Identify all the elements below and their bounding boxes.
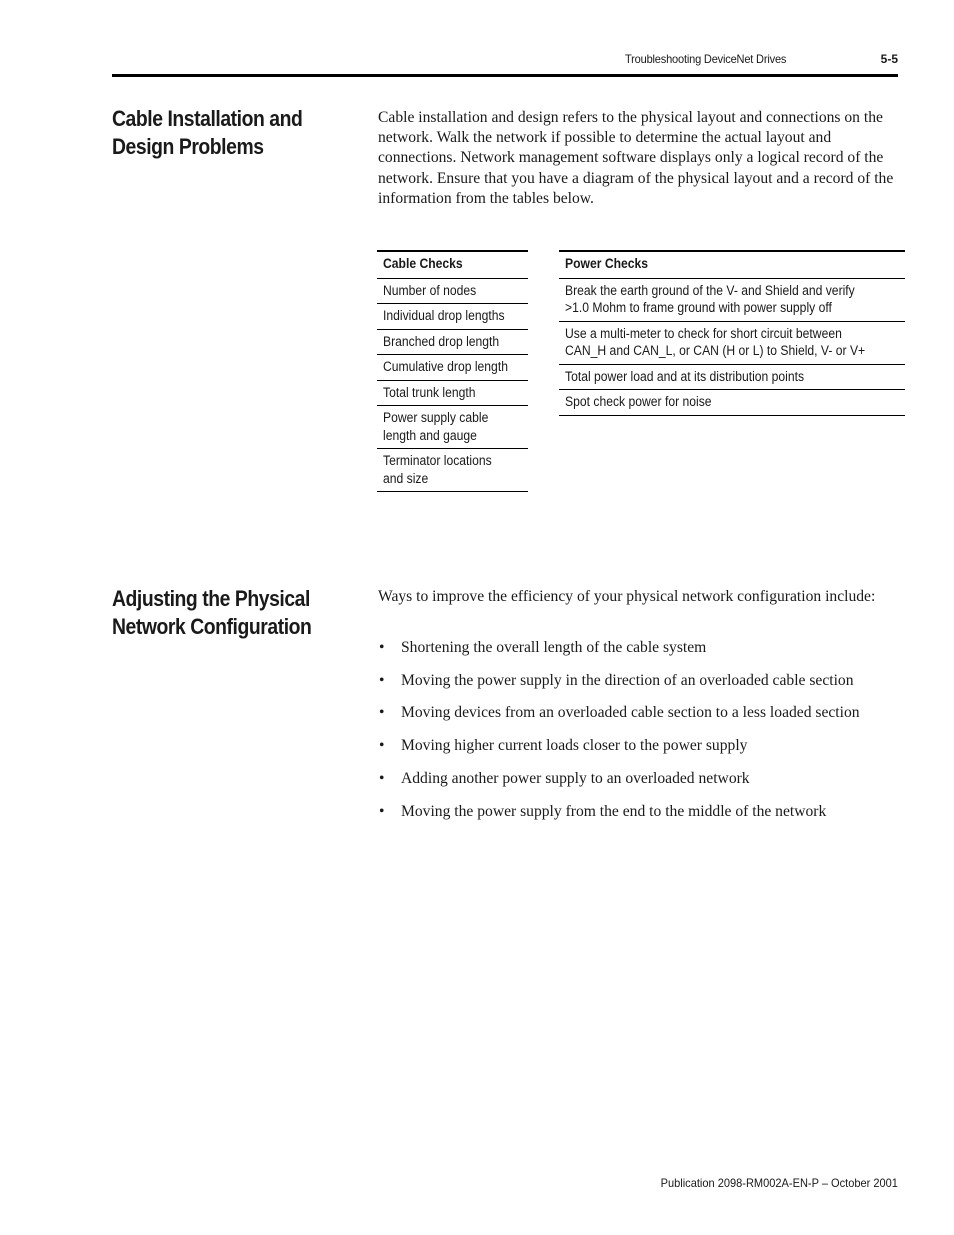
cell-text-line: Total trunk length xyxy=(383,384,476,400)
cell-text-line: >1.0 Mohm to frame ground with power sup… xyxy=(565,300,832,315)
cell-text-line: length and gauge xyxy=(383,427,477,443)
section-title-adjusting-network: Adjusting the Physical Network Configura… xyxy=(112,585,323,641)
bullet-icon: • xyxy=(379,704,385,722)
list-item: • Moving higher current loads closer to t… xyxy=(378,736,898,756)
power-check-row-cell: Spot check power for noise xyxy=(559,389,905,416)
cell-text-line: Spot check power for noise xyxy=(565,394,712,409)
cell-text-line: Terminator locations xyxy=(383,453,492,468)
cell-text-line: Power supply cable xyxy=(383,410,489,425)
bullet-icon: • xyxy=(379,737,385,755)
cable-check-row: Individual drop lengths xyxy=(377,303,528,330)
power-check-row: Spot check power for noise xyxy=(559,389,905,416)
cable-check-row-cell: Power supply cable length and gauge xyxy=(377,405,528,449)
list-item-text: Adding another power supply to an overlo… xyxy=(401,769,750,787)
list-item: • Moving the power supply in the directio… xyxy=(378,671,898,691)
cable-check-row-cell: Branched drop length xyxy=(377,329,528,355)
power-check-row: Use a multi-meter to check for short cir… xyxy=(559,321,905,365)
running-title: Troubleshooting DeviceNet Drives xyxy=(624,52,786,66)
section-title-line: Cable Installation and xyxy=(112,106,303,131)
bullet-icon: • xyxy=(379,671,385,689)
section-title-line: Design Problems xyxy=(112,134,264,159)
cell-text-line: Break the earth ground of the V- and Shi… xyxy=(565,282,855,298)
power-check-row: Total power load and at its distribution… xyxy=(559,364,905,390)
cable-check-row-cell: Individual drop lengths xyxy=(377,303,528,330)
section-title-line: Adjusting the Physical xyxy=(112,586,310,611)
list-item-text: Moving the power supply in the direction… xyxy=(401,671,854,689)
bullet-icon: • xyxy=(379,802,385,820)
cable-check-row-cell: Number of nodes xyxy=(377,278,528,304)
improvement-list: • Shortening the overall length of the ca… xyxy=(378,638,898,834)
power-check-row-cell: Use a multi-meter to check for short cir… xyxy=(559,321,905,365)
cell-text-line: Branched drop length xyxy=(383,333,500,349)
cable-check-row-cell: Total trunk length xyxy=(377,380,528,406)
bullet-icon: • xyxy=(379,769,385,787)
list-item-text: Moving the power supply from the end to … xyxy=(401,802,827,820)
header-rule xyxy=(112,74,898,77)
cell-text-line: Total power load and at its distribution… xyxy=(565,368,805,384)
cable-check-row: Total trunk length xyxy=(377,380,528,406)
cell-text-line: CAN_H and CAN_L, or CAN (H or L) to Shie… xyxy=(565,343,866,358)
publication-footer: Publication 2098-RM002A-EN-P – October 2… xyxy=(660,1176,898,1190)
cable-check-row: Number of nodes xyxy=(377,278,528,304)
list-item: • Shortening the overall length of the ca… xyxy=(378,638,898,658)
cell-text-line: Cumulative drop length xyxy=(383,359,508,374)
cable-check-row: Cumulative drop length xyxy=(377,354,528,381)
cable-checks-header: Cable Checks xyxy=(377,250,528,279)
cell-text-line: Individual drop lengths xyxy=(383,308,505,323)
bullet-icon: • xyxy=(379,639,385,656)
list-item: • Moving the power supply from the end to… xyxy=(378,802,898,822)
list-item-text: Shortening the overall length of the cab… xyxy=(401,639,707,656)
adjusting-network-paragraph: Ways to improve the efficiency of your p… xyxy=(378,588,876,605)
power-check-row-cell: Total power load and at its distribution… xyxy=(559,364,905,390)
section-title-cable-installation: Cable Installation and Design Problems xyxy=(112,105,323,161)
cable-check-row-cell: Terminator locations and size xyxy=(377,448,528,492)
cable-check-row: Power supply cable length and gauge xyxy=(377,405,528,449)
section-title-line: Network Configuration xyxy=(112,614,312,639)
cable-checks-table: Cable Checks Number of nodes Individual d… xyxy=(377,250,528,492)
cell-text-line: and size xyxy=(383,470,429,486)
list-item: • Moving devices from an overloaded cable… xyxy=(378,703,898,723)
cable-installation-paragraph: Cable installation and design refers to … xyxy=(378,109,894,207)
power-checks-table: Power Checks Break the earth ground of t… xyxy=(559,250,905,416)
power-check-row: Break the earth ground of the V- and Shi… xyxy=(559,278,905,322)
cell-text-line: Number of nodes xyxy=(383,282,477,298)
list-item: • Adding another power supply to an overl… xyxy=(378,769,898,789)
cable-check-row-cell: Cumulative drop length xyxy=(377,354,528,381)
power-check-row-cell: Break the earth ground of the V- and Shi… xyxy=(559,278,905,322)
cable-check-row: Terminator locations and size xyxy=(377,448,528,492)
page-number: 5-5 xyxy=(880,52,898,66)
list-item-text: Moving higher current loads closer to th… xyxy=(401,737,748,755)
power-checks-header: Power Checks xyxy=(559,250,905,279)
cable-check-row: Branched drop length xyxy=(377,329,528,355)
cell-text-line: Use a multi-meter to check for short cir… xyxy=(565,325,842,341)
list-item-text: Moving devices from an overloaded cable … xyxy=(401,704,860,722)
running-header: Troubleshooting DeviceNet Drives 5-5 xyxy=(112,52,898,68)
